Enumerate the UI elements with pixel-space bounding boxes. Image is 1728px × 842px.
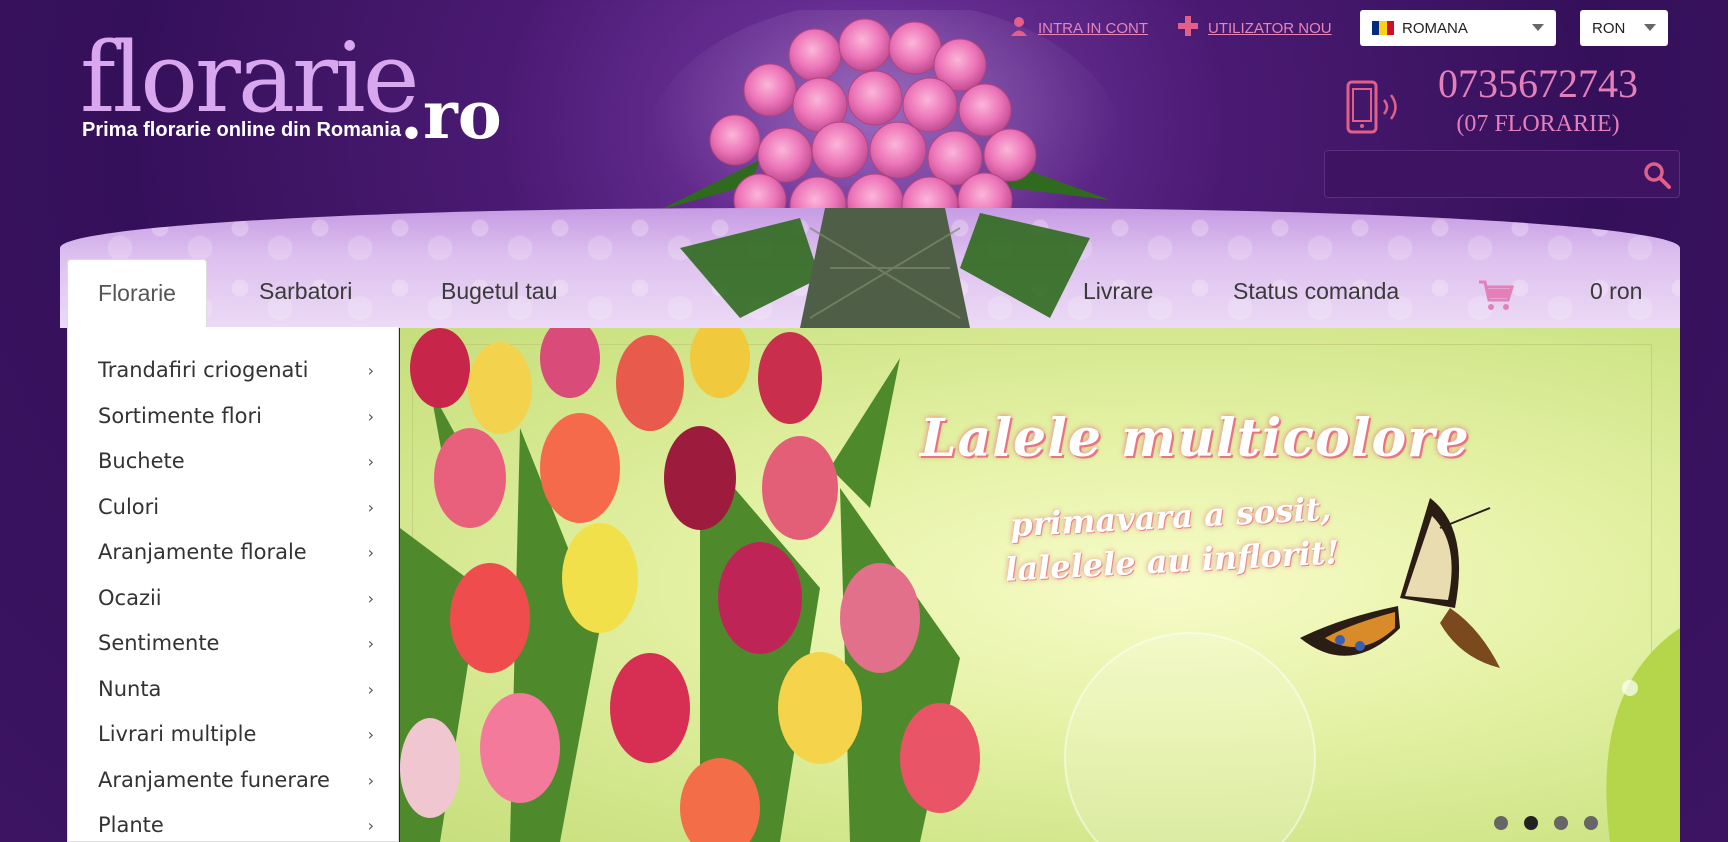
search-box: [1324, 150, 1680, 198]
tab-livrare[interactable]: Livrare: [1083, 278, 1153, 305]
sidebar-item-label: Trandafiri criogenati: [98, 358, 309, 382]
sidebar-item-label: Ocazii: [98, 586, 162, 610]
slide-dot[interactable]: [1584, 816, 1598, 830]
sidebar-item-aranjamente-funerare[interactable]: Aranjamente funerare ›: [98, 760, 378, 800]
register-link[interactable]: UTILIZATOR NOU: [1178, 16, 1332, 40]
language-select[interactable]: ROMANA: [1360, 10, 1556, 46]
sidebar-item-ocazii[interactable]: Ocazii ›: [98, 578, 378, 618]
slide-dot-active[interactable]: [1524, 816, 1538, 830]
sidebar-item-sortimente-flori[interactable]: Sortimente flori ›: [98, 396, 378, 436]
sidebar-item-label: Buchete: [98, 449, 185, 473]
sidebar-item-label: Nunta: [98, 677, 162, 701]
hero-slider[interactable]: Lalele multicolore primavara a sosit, la…: [400, 328, 1680, 842]
chevron-right-icon: ›: [367, 679, 374, 699]
logo-tld: .ro: [400, 76, 502, 154]
sidebar-item-nunta[interactable]: Nunta ›: [98, 669, 378, 709]
romania-flag-icon: [1372, 21, 1394, 35]
logo-tagline: Prima florarie online din Romania: [82, 119, 401, 141]
tab-sarbatori[interactable]: Sarbatori: [259, 278, 352, 305]
search-input[interactable]: [1325, 151, 1625, 197]
chevron-right-icon: ›: [367, 633, 374, 653]
sidebar-item-aranjamente-florale[interactable]: Aranjamente florale ›: [98, 532, 378, 572]
shopping-cart-icon[interactable]: [1478, 278, 1514, 312]
sidebar-item-buchete[interactable]: Buchete ›: [98, 441, 378, 481]
tab-bugetul-tau[interactable]: Bugetul tau: [441, 278, 557, 305]
phone-number[interactable]: 0735672743: [1400, 64, 1676, 104]
slide-dot[interactable]: [1554, 816, 1568, 830]
chevron-right-icon: ›: [367, 497, 374, 517]
sidebar-item-culori[interactable]: Culori ›: [98, 487, 378, 527]
language-select-value: ROMANA: [1402, 19, 1468, 37]
chevron-right-icon: ›: [367, 451, 374, 471]
banner-title: Lalele multicolore: [920, 408, 1470, 469]
chevron-right-icon: ›: [367, 724, 374, 744]
currency-select-value: RON: [1592, 19, 1626, 37]
site-logo[interactable]: florarie .ro Prima florarie online din R…: [80, 12, 520, 152]
tab-florarie[interactable]: Florarie: [67, 259, 207, 327]
tulips-bouquet-image: [400, 328, 980, 842]
login-link[interactable]: INTRA IN CONT: [1010, 16, 1148, 40]
register-link-label: UTILIZATOR NOU: [1208, 19, 1332, 37]
phone-number-mnemonic: (07 FLORARIE): [1456, 111, 1620, 137]
chevron-right-icon: ›: [367, 360, 374, 380]
sidebar-item-label: Sentimente: [98, 631, 220, 655]
chevron-right-icon: ›: [367, 588, 374, 608]
sidebar-item-livrari-multiple[interactable]: Livrari multiple ›: [98, 714, 378, 754]
sidebar-item-label: Livrari multiple: [98, 722, 257, 746]
sidebar-item-sentimente[interactable]: Sentimente ›: [98, 623, 378, 663]
currency-select[interactable]: RON: [1580, 10, 1668, 46]
slider-pagination: [1494, 816, 1614, 830]
sidebar-item-plante[interactable]: Plante ›: [98, 805, 378, 842]
sidebar-item-label: Aranjamente florale: [98, 540, 307, 564]
sidebar-item-trandafiri-criogenati[interactable]: Trandafiri criogenati ›: [98, 350, 378, 390]
sidebar-item-label: Aranjamente funerare: [98, 768, 330, 792]
butterfly-image: [1300, 498, 1500, 668]
bouquet-stems-image: [680, 208, 1090, 328]
chevron-down-icon: [1532, 24, 1544, 31]
chevron-right-icon: ›: [367, 542, 374, 562]
chevron-right-icon: ›: [367, 770, 374, 790]
login-link-label: INTRA IN CONT: [1038, 19, 1149, 37]
chevron-right-icon: ›: [367, 815, 374, 835]
slide-dot[interactable]: [1494, 816, 1508, 830]
account-links: INTRA IN CONT UTILIZATOR NOU: [1010, 10, 1362, 46]
sidebar-item-label: Plante: [98, 813, 164, 837]
plus-icon: [1178, 16, 1199, 40]
cart-total[interactable]: 0 ron: [1590, 278, 1642, 305]
chevron-down-icon: [1644, 24, 1656, 31]
leaf-graphic: [1606, 628, 1680, 842]
tab-status-comanda[interactable]: Status comanda: [1233, 278, 1399, 305]
logo-wordmark: florarie: [80, 22, 420, 134]
search-icon[interactable]: [1643, 161, 1671, 189]
sidebar-item-label: Culori: [98, 495, 160, 519]
chevron-right-icon: ›: [367, 406, 374, 426]
user-icon: [1010, 16, 1028, 40]
sidebar-item-label: Sortimente flori: [98, 404, 262, 428]
category-sidebar: Trandafiri criogenati › Sortimente flori ›…: [67, 327, 399, 842]
